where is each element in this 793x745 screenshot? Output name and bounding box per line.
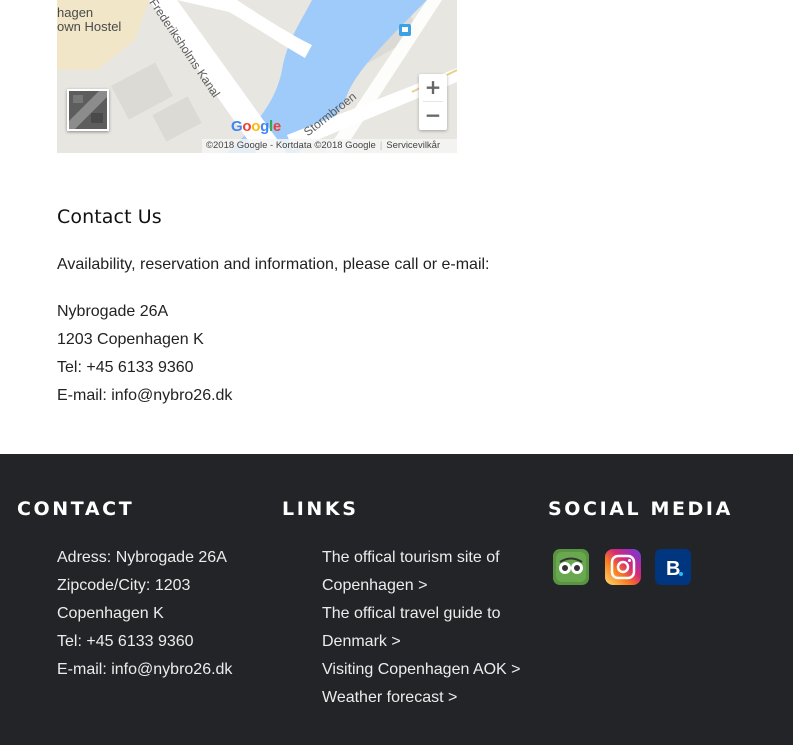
- google-logo-letter: g: [260, 118, 269, 135]
- address-city: 1203 Copenhagen K: [57, 331, 204, 348]
- satellite-thumbnail-icon: [69, 91, 107, 129]
- booking-icon[interactable]: B: [655, 549, 691, 585]
- address-phone: Tel: +45 6133 9360: [57, 359, 194, 376]
- map-attribution: ©2018 Google - Kortdata ©2018 Google | Ser…: [202, 139, 457, 153]
- booking-glyph: B: [655, 549, 691, 585]
- terms-link[interactable]: Servicevilkår: [386, 140, 440, 151]
- zoom-in-button[interactable]: +: [419, 74, 447, 101]
- map-copyright: ©2018 Google - Kortdata ©2018 Google: [206, 140, 376, 151]
- footer-contact-line: Zipcode/City: 1203: [57, 577, 191, 594]
- visiting-copenhagen-link[interactable]: Visiting Copenhagen AOK >: [322, 656, 521, 684]
- instagram-glyph: [605, 549, 641, 585]
- satellite-view-toggle[interactable]: [67, 89, 109, 131]
- footer-social-heading: SOCIAL MEDIA: [548, 498, 733, 520]
- footer-contact-line: Copenhagen K: [57, 605, 164, 622]
- address-street: Nybrogade 26A: [57, 303, 169, 320]
- travel-guide-link-line2[interactable]: Denmark >: [322, 628, 521, 656]
- contact-heading: Contact Us: [57, 206, 162, 228]
- contact-address: Nybrogade 26A 1203 Copenhagen K Tel: +45…: [57, 298, 232, 410]
- tourism-site-link-line2[interactable]: Copenhagen >: [322, 572, 521, 600]
- contact-intro: Availability, reservation and informatio…: [57, 256, 490, 273]
- site-footer: CONTACT Adress: Nybrogade 26A Zipcode/Ci…: [0, 454, 793, 745]
- google-logo-letter: o: [251, 118, 261, 135]
- place-label: hagen own Hostel: [57, 5, 122, 34]
- zoom-controls: + −: [419, 74, 447, 130]
- google-logo-letter: e: [272, 118, 281, 135]
- google-map[interactable]: hagen own Hostel Frederiksholms Kanal St…: [57, 0, 457, 153]
- weather-forecast-link[interactable]: Weather forecast >: [322, 684, 521, 712]
- footer-links-heading: LINKS: [282, 498, 359, 520]
- tripadvisor-glyph: [553, 549, 589, 585]
- footer-contact-heading: CONTACT: [17, 498, 135, 520]
- footer-contact-list: Adress: Nybrogade 26A Zipcode/City: 1203…: [57, 544, 232, 684]
- instagram-icon[interactable]: [605, 549, 641, 585]
- footer-links-list: The offical tourism site of Copenhagen >…: [322, 544, 521, 712]
- booking-letter: B: [666, 558, 680, 580]
- google-logo-letter: o: [242, 118, 252, 135]
- address-email: E-mail: info@nybro26.dk: [57, 387, 233, 404]
- google-logo: Google: [231, 118, 281, 135]
- tripadvisor-icon[interactable]: [553, 549, 589, 585]
- google-logo-letter: G: [231, 118, 243, 135]
- footer-contact-line: E-mail: info@nybro26.dk: [57, 661, 233, 678]
- footer-contact-line: Adress: Nybrogade 26A: [57, 549, 227, 566]
- zoom-out-button[interactable]: −: [419, 102, 447, 129]
- tourism-site-link-line1[interactable]: The offical tourism site of: [322, 544, 521, 572]
- travel-guide-link-line1[interactable]: The offical travel guide to: [322, 600, 521, 628]
- footer-contact-line: Tel: +45 6133 9360: [57, 633, 194, 650]
